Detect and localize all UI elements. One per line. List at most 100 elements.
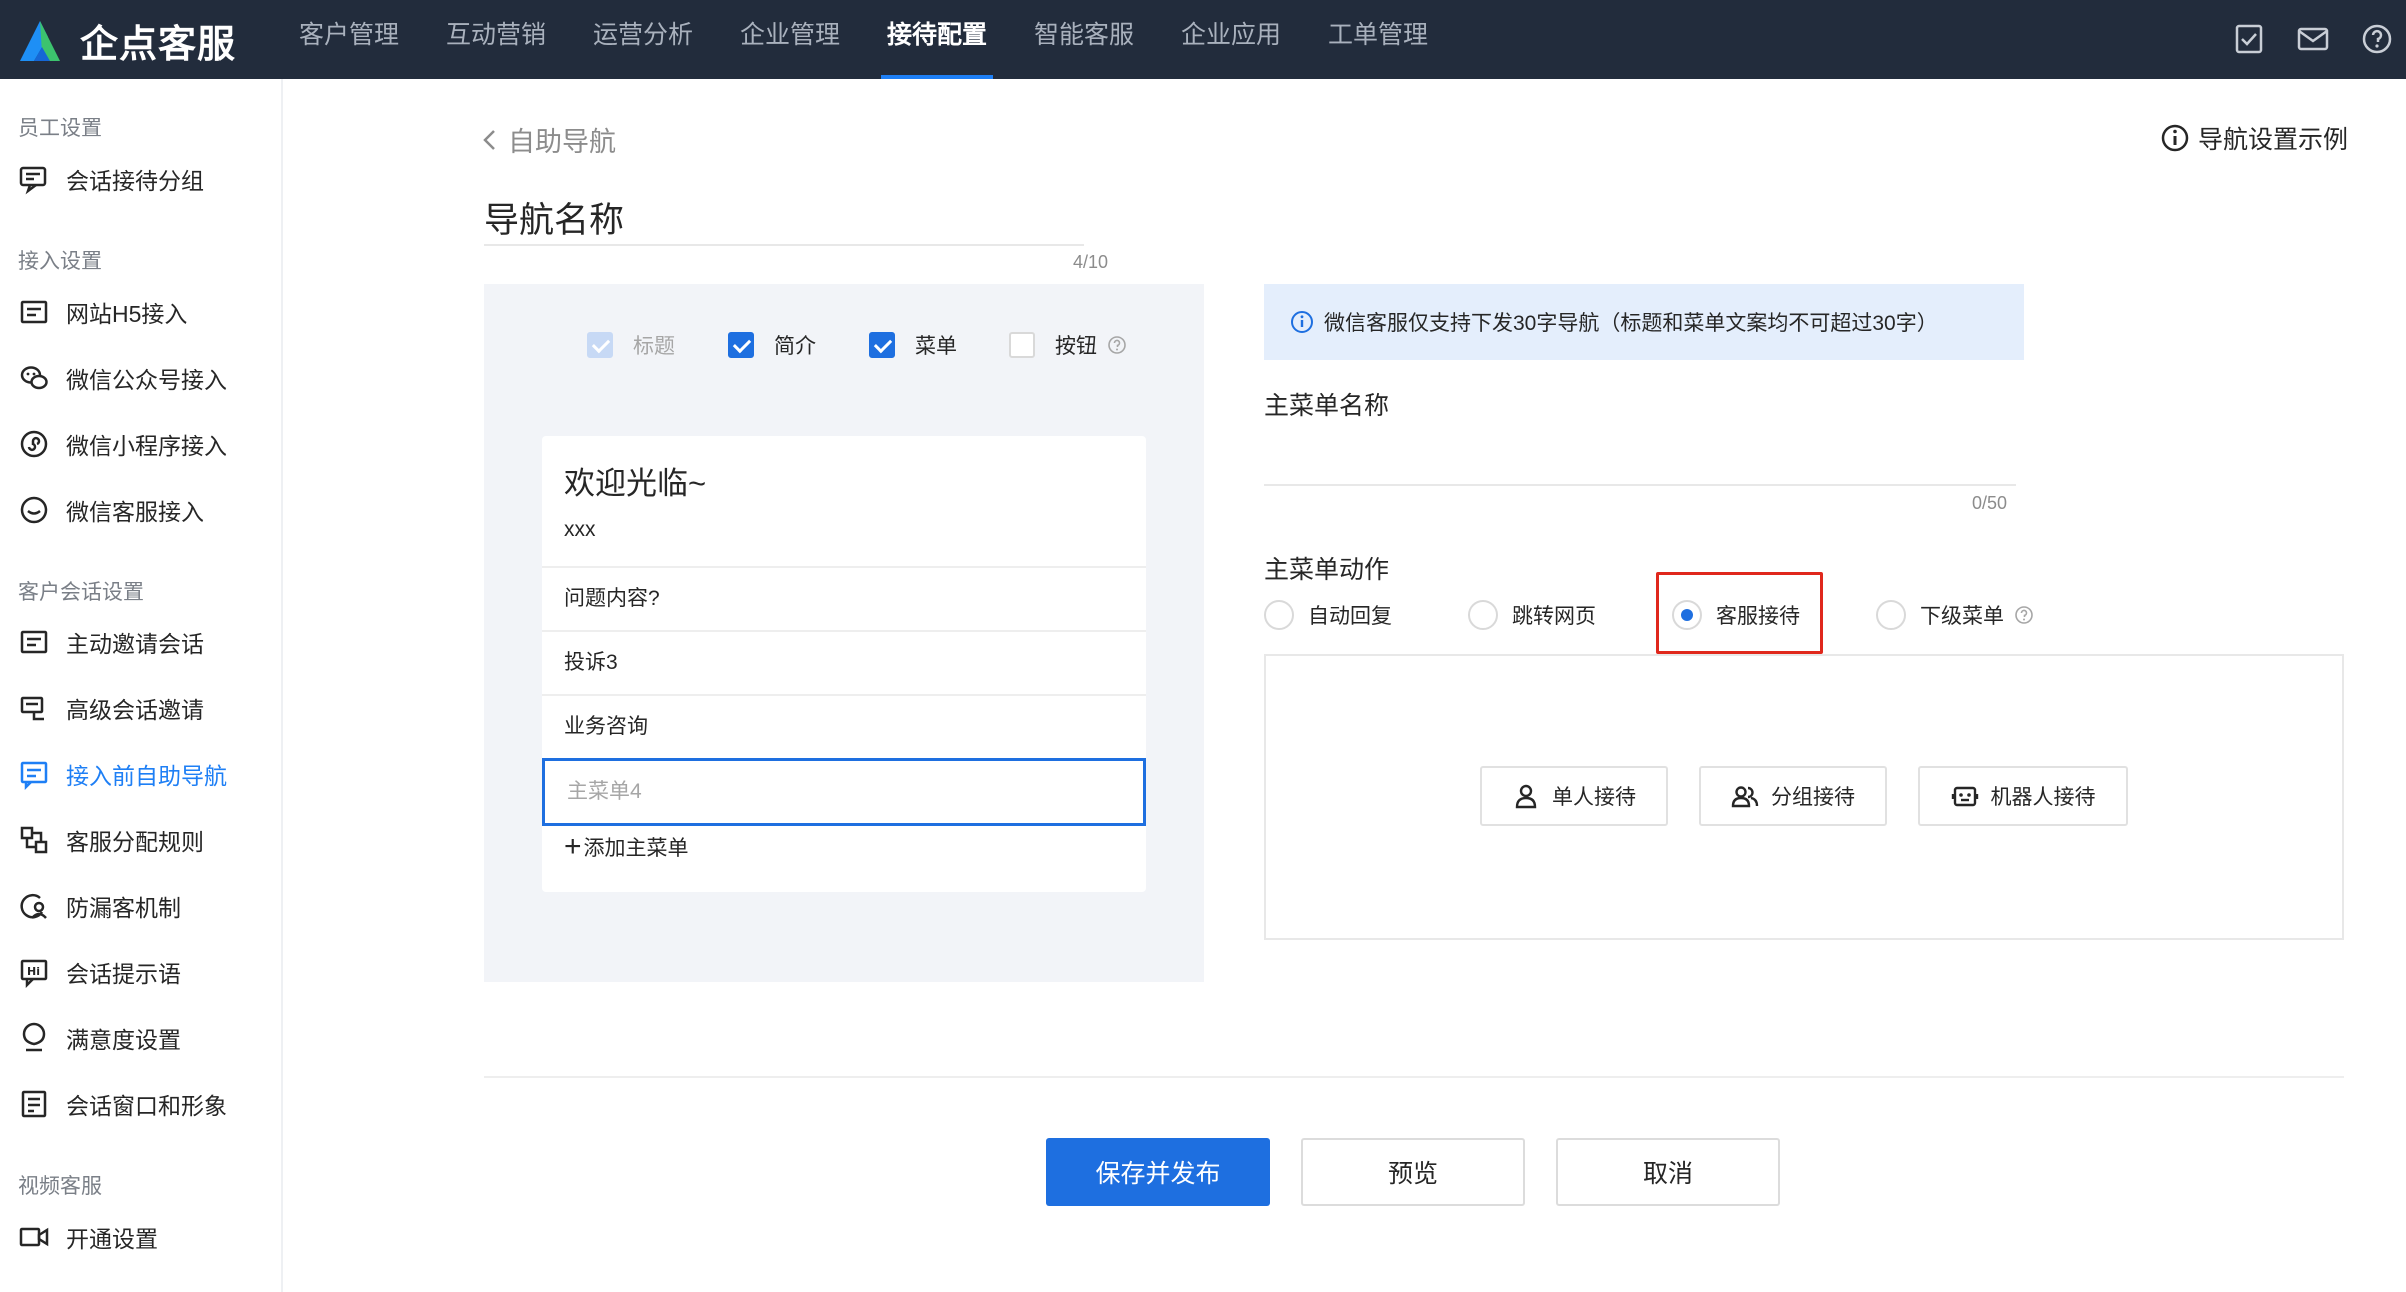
help-icon[interactable] xyxy=(2358,20,2396,58)
back-label: 自助导航 xyxy=(508,127,616,157)
nav-ticket-management[interactable]: 工单管理 xyxy=(1328,0,1428,79)
brand-name: 企点客服 xyxy=(80,23,237,66)
radio-auto-reply-label: 自动回复 xyxy=(1308,605,1392,628)
video-icon xyxy=(19,1227,49,1247)
sidebar-item-wechat-service[interactable]: 微信客服接入 xyxy=(18,490,204,530)
nav-name-counter: 4/10 xyxy=(1073,252,1109,272)
menu-name-input[interactable] xyxy=(1264,432,2016,486)
top-navigation-bar: 企点客服 客户管理 互动营销 运营分析 企业管理 接待配置 智能客服 企业应用 … xyxy=(0,0,2406,79)
robot-reception-button[interactable]: 机器人接待 xyxy=(1918,766,2128,826)
group-reception-button[interactable]: 分组接待 xyxy=(1699,766,1887,826)
single-reception-button[interactable]: 单人接待 xyxy=(1480,766,1668,826)
sidebar-item-label: 接入前自助导航 xyxy=(66,763,227,789)
menu-item[interactable]: 投诉3 xyxy=(542,630,1146,694)
question-icon[interactable] xyxy=(1107,335,1127,355)
checkbox-button[interactable]: 按钮 xyxy=(1009,330,1127,360)
editing-menu-input[interactable]: 主菜单4 xyxy=(542,758,1146,826)
sidebar-item-wechat-official[interactable]: 微信公众号接入 xyxy=(18,358,227,398)
checkbox-intro[interactable]: 简介 xyxy=(728,330,816,360)
logo-icon xyxy=(20,21,60,61)
nav-enterprise-apps[interactable]: 企业应用 xyxy=(1181,0,1281,79)
menu-item[interactable]: 业务咨询 xyxy=(542,694,1146,758)
sidebar-item-chat-window[interactable]: 会话窗口和形象 xyxy=(18,1084,227,1124)
add-menu-button[interactable]: + 添加主菜单 xyxy=(564,832,689,862)
sidebar-item-label: 微信公众号接入 xyxy=(66,367,227,393)
radio-auto-reply-dot[interactable] xyxy=(1264,600,1294,630)
nav-operation-analysis[interactable]: 运营分析 xyxy=(593,0,693,79)
nav-example-link[interactable]: 导航设置示例 xyxy=(2160,120,2348,156)
task-icon[interactable] xyxy=(2230,20,2268,58)
nav-name-input[interactable] xyxy=(484,190,1084,246)
radio-submenu-label: 下级菜单 xyxy=(1920,605,2004,628)
sidebar-item-advanced-invite[interactable]: 高级会话邀请 xyxy=(18,688,204,728)
nav-smart-service[interactable]: 智能客服 xyxy=(1034,0,1134,79)
sidebar-item-satisfaction[interactable]: 满意度设置 xyxy=(18,1018,181,1058)
window-icon xyxy=(21,1090,47,1118)
person-icon xyxy=(1515,784,1537,809)
sidebar-item-label: 微信小程序接入 xyxy=(66,433,227,459)
radio-submenu[interactable]: 下级菜单 xyxy=(1876,600,2034,630)
checkbox-button-box[interactable] xyxy=(1009,332,1035,358)
question-icon[interactable] xyxy=(2014,605,2034,625)
menu-name-label: 主菜单名称 xyxy=(1264,392,1390,420)
sidebar-group-staff: 员工设置 xyxy=(18,117,102,140)
radio-jump-page-dot[interactable] xyxy=(1468,600,1498,630)
checkbox-menu[interactable]: 菜单 xyxy=(869,330,957,360)
checkbox-intro-label: 简介 xyxy=(774,335,816,358)
sidebar-item-video-setup[interactable]: 开通设置 xyxy=(18,1217,158,1257)
sidebar-item-web-h5[interactable]: 网站H5接入 xyxy=(18,292,187,332)
checkbox-button-label: 按钮 xyxy=(1055,335,1097,358)
sidebar-item-label: 主动邀请会话 xyxy=(66,631,204,657)
add-menu-label: 添加主菜单 xyxy=(583,837,689,860)
sidebar-item-active-invite[interactable]: 主动邀请会话 xyxy=(18,622,204,662)
sidebar: 员工设置 会话接待分组 接入设置 网站H5接入 微信公众号接入 微信小程序接入 … xyxy=(0,79,283,1292)
menu-item[interactable]: 问题内容? xyxy=(542,566,1146,630)
radio-auto-reply[interactable]: 自动回复 xyxy=(1264,600,1392,630)
info-banner: 微信客服仅支持下发30字导航（标题和菜单文案均不可超过30字） xyxy=(1264,284,2024,360)
rules-icon xyxy=(20,826,48,854)
card-title: 欢迎光临~ xyxy=(564,466,707,501)
nav-enterprise-management[interactable]: 企业管理 xyxy=(740,0,840,79)
chat-group-icon xyxy=(19,166,47,195)
sidebar-item-session-hint[interactable]: Hi 会话提示语 xyxy=(18,952,181,992)
nav-reception-config[interactable]: 接待配置 xyxy=(880,0,994,79)
radio-jump-page-label: 跳转网页 xyxy=(1512,605,1596,628)
sidebar-group-video: 视频客服 xyxy=(18,1175,102,1198)
single-reception-label: 单人接待 xyxy=(1552,786,1636,809)
nav-customer-management[interactable]: 客户管理 xyxy=(299,0,399,79)
nav-interactive-marketing[interactable]: 互动营销 xyxy=(446,0,546,79)
wechat-icon xyxy=(20,366,48,390)
svg-text:Hi: Hi xyxy=(27,965,40,978)
sidebar-item-label: 会话窗口和形象 xyxy=(66,1093,227,1119)
sidebar-item-anti-miss[interactable]: 防漏客机制 xyxy=(18,886,181,926)
save-publish-button[interactable]: 保存并发布 xyxy=(1046,1138,1270,1206)
sidebar-item-chat-group[interactable]: 会话接待分组 xyxy=(18,159,204,199)
example-link-label: 导航设置示例 xyxy=(2198,126,2349,154)
sidebar-item-self-navigation[interactable]: 接入前自助导航 xyxy=(18,754,227,794)
mail-icon[interactable] xyxy=(2294,20,2332,58)
robot-reception-label: 机器人接待 xyxy=(1990,786,2096,809)
anti-miss-icon xyxy=(20,893,47,919)
brand-logo[interactable]: 企点客服 xyxy=(16,12,236,68)
sidebar-group-access: 接入设置 xyxy=(18,250,102,273)
advanced-invite-icon xyxy=(20,696,44,721)
sidebar-item-label: 高级会话邀请 xyxy=(66,697,204,723)
back-link[interactable]: 自助导航 xyxy=(480,120,616,159)
robot-icon xyxy=(1951,786,1978,807)
info-text: 微信客服仅支持下发30字导航（标题和菜单文案均不可超过30字） xyxy=(1324,312,1938,335)
group-icon xyxy=(1731,786,1759,808)
group-reception-label: 分组接待 xyxy=(1771,786,1855,809)
checkbox-intro-box[interactable] xyxy=(728,332,754,358)
radio-submenu-dot[interactable] xyxy=(1876,600,1906,630)
info-icon xyxy=(2161,124,2189,152)
sidebar-item-assign-rules[interactable]: 客服分配规则 xyxy=(18,820,204,860)
navigation-icon xyxy=(20,761,48,790)
radio-jump-page[interactable]: 跳转网页 xyxy=(1468,600,1596,630)
cancel-button[interactable]: 取消 xyxy=(1556,1138,1780,1206)
preview-button[interactable]: 预览 xyxy=(1301,1138,1525,1206)
menu-action-label: 主菜单动作 xyxy=(1264,556,1390,584)
sidebar-item-label: 开通设置 xyxy=(66,1226,158,1252)
satisfaction-icon xyxy=(22,1022,46,1052)
checkbox-menu-box[interactable] xyxy=(869,332,895,358)
sidebar-item-wechat-miniprogram[interactable]: 微信小程序接入 xyxy=(18,424,227,464)
